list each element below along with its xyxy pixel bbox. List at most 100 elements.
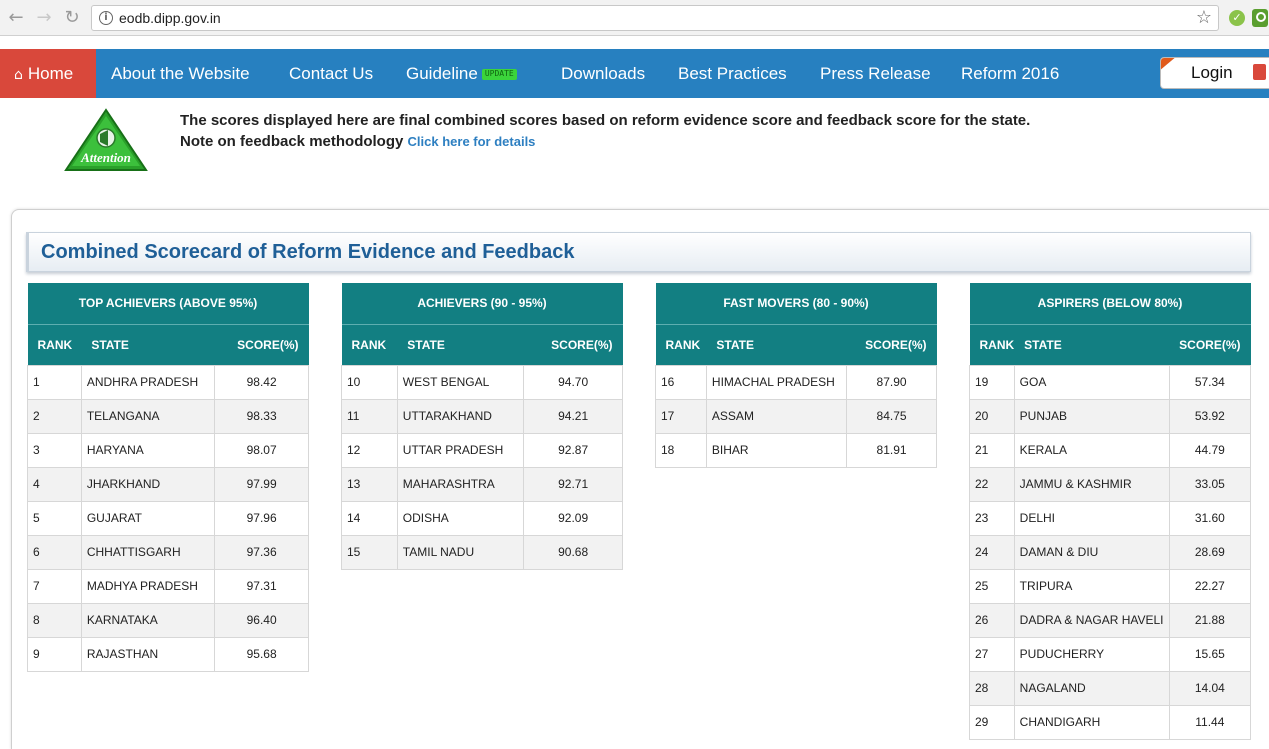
forward-arrow-icon[interactable]: → <box>34 8 54 28</box>
aspirers-table: ASPIRERS (BELOW 80%) RANK STATE SCORE(%) 19 G… <box>969 283 1252 740</box>
table-row: 3 HARYANA 98.07 <box>27 432 309 468</box>
achievers-title: ACHIEVERS (90 - 95%) <box>341 283 623 325</box>
notice-methodology-text: Note on feedback methodology <box>180 133 404 150</box>
score-cell: 44.79 <box>1168 432 1252 468</box>
table-row: 11 UTTARAKHAND 94.21 <box>341 398 623 434</box>
table-row: 22 JAMMU & KASHMIR 33.05 <box>969 466 1252 502</box>
state-cell: KARNATAKA <box>80 602 216 638</box>
column-header-rank: RANK <box>969 324 1015 365</box>
table-row: 21 KERALA 44.79 <box>969 432 1252 468</box>
score-cell: 90.68 <box>523 534 623 570</box>
nav-about[interactable]: About the Website <box>111 49 250 98</box>
fast-movers-table: FAST MOVERS (80 - 90%) RANK STATE SCORE(%) 1… <box>655 283 937 468</box>
column-header-state: STATE <box>706 324 847 365</box>
state-cell: PUNJAB <box>1013 398 1170 434</box>
column-header-score: SCORE(%) <box>523 324 623 365</box>
notice-line-1: The scores displayed here are final comb… <box>180 112 1031 129</box>
scorecard-title: Combined Scorecard of Reform Evidence an… <box>26 232 1251 272</box>
nav-best-practices[interactable]: Best Practices <box>678 49 787 98</box>
rank-cell: 19 <box>969 364 1015 400</box>
column-header-state: STATE <box>81 324 215 365</box>
details-link[interactable]: Click here for details <box>408 134 536 149</box>
table-row: 15 TAMIL NADU 90.68 <box>341 534 623 570</box>
table-row: 19 GOA 57.34 <box>969 364 1252 400</box>
extension-lock-icon[interactable] <box>1252 9 1268 27</box>
score-cell: 97.31 <box>214 568 309 604</box>
rank-cell: 20 <box>969 398 1015 434</box>
score-cell: 87.90 <box>846 364 937 400</box>
browser-toolbar: ← → ↻ i eodb.dipp.gov.in ☆ ✓ <box>0 0 1269 36</box>
nav-press-release[interactable]: Press Release <box>820 49 931 98</box>
table-row: 28 NAGALAND 14.04 <box>969 670 1252 706</box>
score-cell: 98.07 <box>214 432 309 468</box>
table-row: 2 TELANGANA 98.33 <box>27 398 309 434</box>
update-badge: UPDATE <box>481 69 517 81</box>
rank-cell: 24 <box>969 534 1015 570</box>
state-cell: RAJASTHAN <box>80 636 216 672</box>
info-icon[interactable]: i <box>99 11 113 25</box>
state-cell: MAHARASHTRA <box>396 466 525 502</box>
login-button[interactable]: Login <box>1160 57 1269 89</box>
table-row: 12 UTTAR PRADESH 92.87 <box>341 432 623 468</box>
rank-cell: 28 <box>969 670 1015 706</box>
rank-cell: 1 <box>27 364 82 400</box>
rank-cell: 17 <box>655 398 707 434</box>
column-header-state: STATE <box>397 324 524 365</box>
score-cell: 81.91 <box>846 432 937 468</box>
table-row: 10 WEST BENGAL 94.70 <box>341 364 623 400</box>
rank-cell: 22 <box>969 466 1015 502</box>
score-cell: 97.36 <box>214 534 309 570</box>
scores-notice: The scores displayed here are final comb… <box>180 110 1030 152</box>
attention-megaphone-icon: Attention <box>64 108 148 171</box>
lock-icon <box>1253 64 1266 80</box>
table-row: 4 JHARKHAND 97.99 <box>27 466 309 502</box>
main-navigation: ⌂ Home About the Website Contact Us Guide… <box>0 49 1269 98</box>
rank-cell: 5 <box>27 500 82 536</box>
bookmark-star-icon[interactable]: ☆ <box>1196 7 1212 28</box>
rank-cell: 13 <box>341 466 398 502</box>
table-row: 14 ODISHA 92.09 <box>341 500 623 536</box>
score-cell: 98.42 <box>214 364 309 400</box>
score-cell: 33.05 <box>1168 466 1252 502</box>
table-row: 7 MADHYA PRADESH 97.31 <box>27 568 309 604</box>
score-cell: 53.92 <box>1168 398 1252 434</box>
table-row: 27 PUDUCHERRY 15.65 <box>969 636 1252 672</box>
address-bar[interactable]: i eodb.dipp.gov.in ☆ <box>91 5 1219 31</box>
rank-cell: 26 <box>969 602 1015 638</box>
rank-cell: 16 <box>655 364 707 400</box>
nav-home[interactable]: ⌂ Home <box>0 49 96 98</box>
attention-label: Attention <box>80 150 131 165</box>
rank-cell: 9 <box>27 636 82 672</box>
state-cell: TELANGANA <box>80 398 216 434</box>
nav-contact[interactable]: Contact Us <box>289 49 373 98</box>
state-cell: ODISHA <box>396 500 525 536</box>
score-cell: 14.04 <box>1168 670 1252 706</box>
state-cell: HARYANA <box>80 432 216 468</box>
table-row: 25 TRIPURA 22.27 <box>969 568 1252 604</box>
state-cell: CHANDIGARH <box>1013 704 1170 740</box>
url-text[interactable]: eodb.dipp.gov.in <box>119 10 221 26</box>
back-arrow-icon[interactable]: ← <box>6 8 26 28</box>
state-cell: GOA <box>1013 364 1170 400</box>
score-cell: 98.33 <box>214 398 309 434</box>
score-cell: 92.71 <box>523 466 623 502</box>
state-cell: ASSAM <box>705 398 848 434</box>
reload-icon[interactable]: ↻ <box>62 8 82 28</box>
extension-check-icon[interactable]: ✓ <box>1229 10 1245 26</box>
notice-line-2: Note on feedback methodology Click here … <box>180 131 1030 152</box>
nav-reform-2016[interactable]: Reform 2016 <box>961 49 1059 98</box>
rank-cell: 27 <box>969 636 1015 672</box>
nav-guideline-label: Guideline <box>406 64 478 83</box>
rank-cell: 7 <box>27 568 82 604</box>
state-cell: TRIPURA <box>1013 568 1170 604</box>
rank-cell: 11 <box>341 398 398 434</box>
rank-cell: 12 <box>341 432 398 468</box>
clipped-header-text <box>0 36 1269 49</box>
score-cell: 31.60 <box>1168 500 1252 536</box>
nav-guideline[interactable]: Guideline UPDATE <box>406 49 517 98</box>
table-row: 9 RAJASTHAN 95.68 <box>27 636 309 672</box>
table-row: 24 DAMAN & DIU 28.69 <box>969 534 1252 570</box>
state-cell: GUJARAT <box>80 500 216 536</box>
nav-downloads[interactable]: Downloads <box>561 49 645 98</box>
column-header-state: STATE <box>1014 324 1170 365</box>
